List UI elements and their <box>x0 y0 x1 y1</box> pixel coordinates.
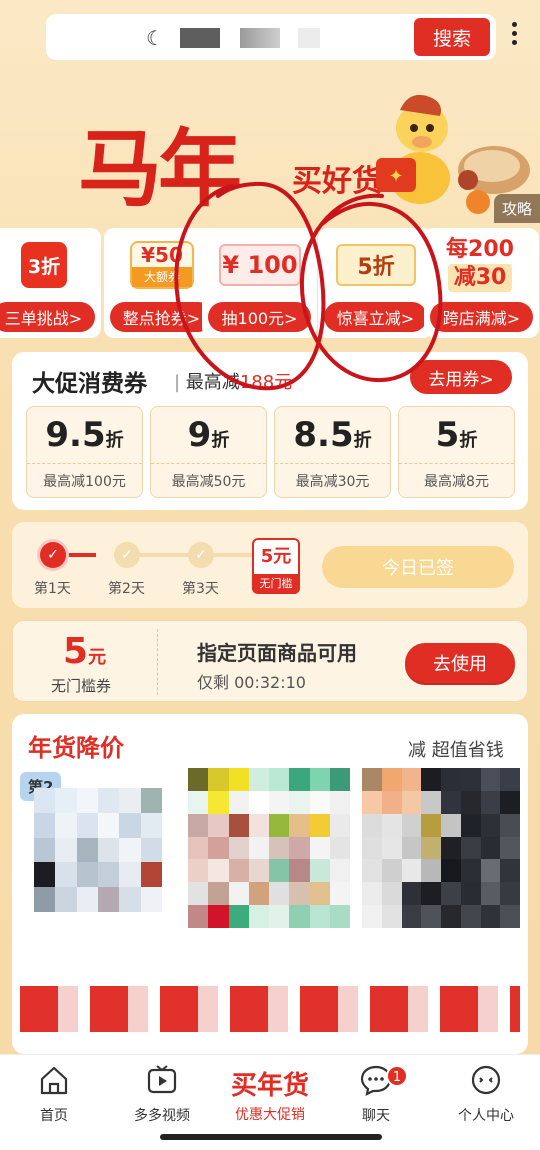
entry-cross-store[interactable]: 每200 减30 跨店满减> <box>424 228 539 338</box>
entry-label: 抽100元> <box>208 302 311 332</box>
day-label: 第1天 <box>34 581 71 597</box>
progress-line <box>214 553 254 557</box>
unread-badge: 1 <box>386 1065 408 1087</box>
coupon-card[interactable]: 9折 最高减50元 <box>150 406 267 498</box>
coupon-card[interactable]: 5折 最高减8元 <box>398 406 515 498</box>
entry-three-orders[interactable]: 3折 三单挑战> <box>0 228 101 338</box>
more-menu-icon[interactable] <box>510 22 518 50</box>
blurred-query <box>298 28 320 48</box>
banner-subtitle: 买好货 <box>292 164 382 199</box>
progress-line <box>140 553 188 557</box>
no-threshold-ticket: 5元 无门槛券 指定页面商品可用 仅剩 00:32:10 去使用 <box>12 620 528 702</box>
check-icon: ✓ <box>114 542 140 568</box>
entry-label: 跨店满减> <box>430 302 533 332</box>
coupon-card[interactable]: 8.5折 最高减30元 <box>274 406 391 498</box>
check-icon: ✓ <box>188 542 214 568</box>
entry-visual: ¥ 100 <box>214 242 306 288</box>
product-image[interactable] <box>188 768 350 928</box>
search-button[interactable]: 搜索 <box>414 18 490 56</box>
entry-visual: ¥50 大额券 <box>116 241 208 289</box>
coupon-card[interactable]: 9.5折 最高减100元 <box>26 406 143 498</box>
spinner-icon: ☾ <box>146 26 164 50</box>
checkin-panel: ✓ ✓ ✓ 第1天 第2天 第3天 5元 无门槛 今日已签 <box>12 522 528 608</box>
entry-visual: 5折 <box>330 242 422 288</box>
tab-home[interactable]: 首页 <box>4 1063 104 1125</box>
product-image[interactable] <box>362 768 520 928</box>
product-gap <box>12 928 528 986</box>
products-slogan: 减 超值省钱 <box>408 740 504 761</box>
blurred-query <box>240 28 280 48</box>
products-section: 年货降价 减 超值省钱 第2 <box>12 714 528 1054</box>
day-label: 第2天 <box>108 581 145 597</box>
entry-lottery-100[interactable]: ¥ 100 抽100元> <box>202 228 317 338</box>
strategy-link[interactable]: 攻略 <box>493 194 540 223</box>
ticket-threshold: 无门槛券 <box>51 677 112 695</box>
home-indicator <box>160 1134 382 1140</box>
entry-label: 惊喜立减> <box>324 302 427 332</box>
use-ticket-button[interactable]: 去使用 <box>405 643 515 683</box>
tab-chat[interactable]: 聊天 1 <box>326 1063 426 1125</box>
entry-surprise-discount[interactable]: 5折 惊喜立减> <box>318 228 433 338</box>
promo-coupons-section: 大促消费券 | 最高减188元 去用券> 9.5折 最高减100元 9折 最高减… <box>12 352 528 510</box>
entry-visual: 3折 <box>0 242 90 288</box>
day-label: 第3天 <box>182 581 219 597</box>
entry-label: 整点抢券> <box>110 302 213 332</box>
home-icon <box>40 1066 68 1095</box>
tab-profile[interactable]: 个人中心 <box>436 1063 536 1125</box>
promo-entries: 3折 三单挑战> ¥50 大额券 整点抢券> ¥ 100 抽100元> 5折 惊… <box>0 228 540 340</box>
svg-text:✦: ✦ <box>388 166 403 187</box>
blurred-query <box>180 28 220 48</box>
products-title: 年货降价 <box>28 734 124 762</box>
profile-icon <box>471 1065 501 1095</box>
entry-label: 三单挑战> <box>0 302 95 332</box>
video-icon <box>147 1065 177 1094</box>
coupons-subtitle: | 最高减188元 <box>174 372 293 393</box>
use-coupon-button[interactable]: 去用券> <box>410 360 512 394</box>
tab-video[interactable]: 多多视频 <box>112 1063 212 1125</box>
product-prices-blurred <box>20 986 520 1032</box>
checkin-reward: 5元 无门槛 <box>252 538 300 594</box>
check-icon: ✓ <box>40 542 66 568</box>
search-bar[interactable]: ☾ 搜索 <box>46 14 496 60</box>
tab-new-year-goods[interactable]: 买年货 优惠大促销 <box>220 1063 320 1124</box>
ticket-value: 5元 <box>63 631 107 672</box>
coupons-title: 大促消费券 <box>32 371 147 397</box>
entry-visual: 每200 减30 <box>446 237 514 292</box>
banner-title: 马年 <box>78 119 242 218</box>
signed-today-button[interactable]: 今日已签 <box>322 546 514 588</box>
ticket-timer: 仅剩 00:32:10 <box>197 673 306 692</box>
product-image[interactable] <box>34 788 162 912</box>
ticket-description: 指定页面商品可用 <box>197 641 357 665</box>
